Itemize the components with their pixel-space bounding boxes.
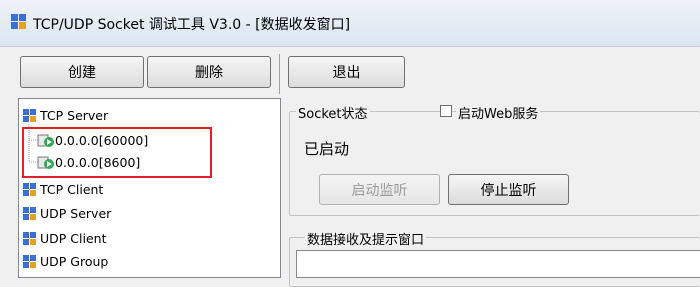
socket-status-text: 已启动 bbox=[304, 140, 350, 158]
udp-group-icon bbox=[23, 255, 37, 269]
window-title: TCP/UDP Socket 调试工具 V3.0 - [数据收发窗口] bbox=[33, 17, 351, 33]
tcp-server-icon bbox=[23, 109, 37, 123]
udp-client-icon bbox=[23, 232, 37, 246]
stop-listen-button[interactable]: 停止监听 bbox=[448, 174, 569, 205]
tree-item-tcp-client[interactable]: TCP Client bbox=[40, 182, 103, 198]
exit-button[interactable]: 退出 bbox=[288, 56, 405, 88]
web-service-label[interactable]: 启动Web服务 bbox=[456, 103, 541, 122]
tree-item-udp-client[interactable]: UDP Client bbox=[40, 231, 106, 247]
title-bar: TCP/UDP Socket 调试工具 V3.0 - [数据收发窗口] bbox=[0, 0, 700, 47]
toolbar-separator bbox=[279, 54, 280, 94]
create-button[interactable]: 创建 bbox=[20, 56, 144, 88]
delete-button[interactable]: 删除 bbox=[147, 56, 271, 88]
tree-item-udp-server[interactable]: UDP Server bbox=[40, 206, 111, 222]
highlight-annotation-box bbox=[22, 127, 212, 178]
tcp-client-icon bbox=[23, 183, 37, 197]
socket-status-legend: Socket状态 bbox=[296, 103, 370, 122]
web-service-checkbox[interactable] bbox=[440, 105, 452, 117]
start-listen-button[interactable]: 启动监听 bbox=[319, 174, 440, 205]
tree-item-tcp-server[interactable]: TCP Server bbox=[40, 108, 108, 124]
udp-server-icon bbox=[23, 207, 37, 221]
app-icon bbox=[11, 14, 27, 30]
receive-textarea[interactable] bbox=[296, 250, 700, 278]
tree-item-udp-group[interactable]: UDP Group bbox=[40, 254, 108, 270]
receive-legend: 数据接收及提示窗口 bbox=[305, 229, 427, 248]
